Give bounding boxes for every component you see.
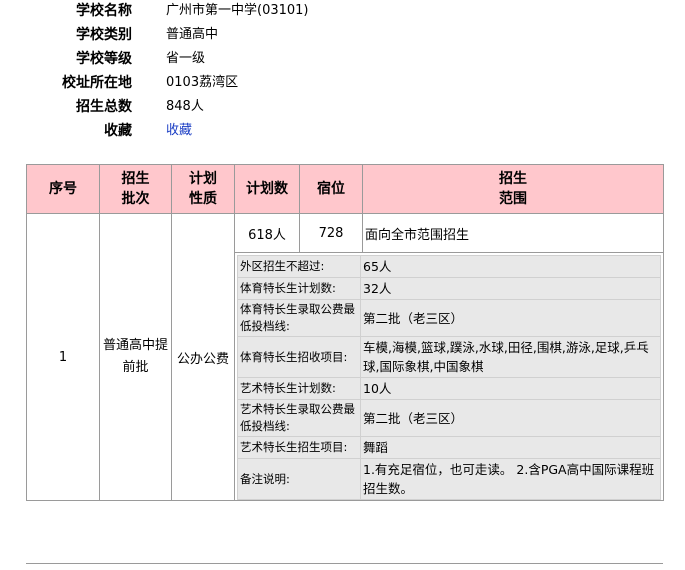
favorite-link[interactable]: 收藏	[166, 121, 192, 141]
detail-value: 舞蹈	[360, 436, 661, 459]
school-name-value: 广州市第一中学(03101)	[166, 3, 309, 18]
detail-item: 艺术特长生招生项目: 舞蹈	[237, 436, 661, 459]
detail-label: 体育特长生招收项目:	[237, 336, 361, 378]
school-address-label: 校址所在地	[62, 75, 132, 91]
detail-item: 艺术特长生计划数: 10人	[237, 377, 661, 400]
school-level-value: 省一级	[166, 51, 206, 66]
enrollment-plan-table: 序号 招生 批次 计划 性质 计划数 宿位 招生 范围 1 普通高中提前批 公办公费 …	[26, 164, 664, 501]
table-row: 1 普通高中提前批 公办公费 618人 728 面向全市范围招生	[26, 213, 664, 501]
detail-table: 外区招生不超过: 65人 体育特长生计划数: 32人 体育特长生录取公费最低投档…	[237, 255, 661, 500]
school-level-label: 学校等级	[76, 51, 132, 67]
detail-label: 艺术特长生招生项目:	[237, 436, 361, 459]
detail-item: 外区招生不超过: 65人	[237, 255, 661, 278]
info-row-name: 学校名称 广州市第一中学(03101)	[0, 1, 685, 21]
detail-item: 体育特长生录取公费最低投档线: 第二批（老三区）	[237, 299, 661, 337]
detail-label: 体育特长生录取公费最低投档线:	[237, 299, 361, 337]
detail-value: 65人	[360, 255, 661, 278]
detail-value: 10人	[360, 377, 661, 400]
detail-value: 1.有充足宿位，也可走读。 2.含PGA高中国际课程班招生数。	[360, 458, 661, 500]
detail-item: 体育特长生招收项目: 车模,海模,篮球,蹼泳,水球,田径,围棋,游泳,足球,乒乓…	[237, 336, 661, 378]
detail-item: 备注说明: 1.有充足宿位，也可走读。 2.含PGA高中国际课程班招生数。	[237, 458, 661, 500]
school-address-value: 0103荔湾区	[166, 75, 239, 90]
info-row-address: 校址所在地 0103荔湾区	[0, 73, 685, 93]
row-nature: 公办公费	[171, 213, 235, 501]
detail-label: 备注说明:	[237, 458, 361, 500]
detail-value: 32人	[360, 277, 661, 300]
row-plan-count: 618人	[234, 213, 300, 253]
info-row-favorite: 收藏 收藏	[0, 121, 685, 141]
detail-item: 体育特长生计划数: 32人	[237, 277, 661, 300]
detail-value: 第二批（老三区）	[360, 399, 661, 437]
row-range: 面向全市范围招生	[362, 213, 664, 253]
detail-label: 外区招生不超过:	[237, 255, 361, 278]
detail-label: 体育特长生计划数:	[237, 277, 361, 300]
table-header-row: 序号 招生 批次 计划 性质 计划数 宿位 招生 范围	[26, 164, 664, 214]
school-type-value: 普通高中	[166, 27, 219, 42]
detail-label: 艺术特长生录取公费最低投档线:	[237, 399, 361, 437]
row-dorm: 728	[299, 213, 363, 253]
header-dorm: 宿位	[299, 164, 363, 214]
header-plan-count: 计划数	[234, 164, 300, 214]
info-row-total: 招生总数 848人	[0, 97, 685, 117]
enrollment-total-value: 848人	[166, 99, 204, 114]
info-row-level: 学校等级 省一级	[0, 49, 685, 69]
school-name-label: 学校名称	[76, 3, 132, 19]
detail-label: 艺术特长生计划数:	[237, 377, 361, 400]
detail-value: 车模,海模,篮球,蹼泳,水球,田径,围棋,游泳,足球,乒乓球,国际象棋,中国象棋	[360, 336, 661, 378]
header-seq: 序号	[26, 164, 100, 214]
header-batch: 招生 批次	[99, 164, 172, 214]
header-nature: 计划 性质	[171, 164, 235, 214]
info-row-type: 学校类别 普通高中	[0, 25, 685, 45]
row-seq: 1	[26, 213, 100, 501]
enrollment-total-label: 招生总数	[76, 99, 132, 115]
header-range: 招生 范围	[362, 164, 664, 214]
row-batch: 普通高中提前批	[99, 213, 172, 501]
detail-value: 第二批（老三区）	[360, 299, 661, 337]
school-type-label: 学校类别	[76, 27, 132, 43]
detail-container: 外区招生不超过: 65人 体育特长生计划数: 32人 体育特长生录取公费最低投档…	[234, 252, 664, 501]
favorite-label: 收藏	[104, 123, 132, 139]
detail-item: 艺术特长生录取公费最低投档线: 第二批（老三区）	[237, 399, 661, 437]
